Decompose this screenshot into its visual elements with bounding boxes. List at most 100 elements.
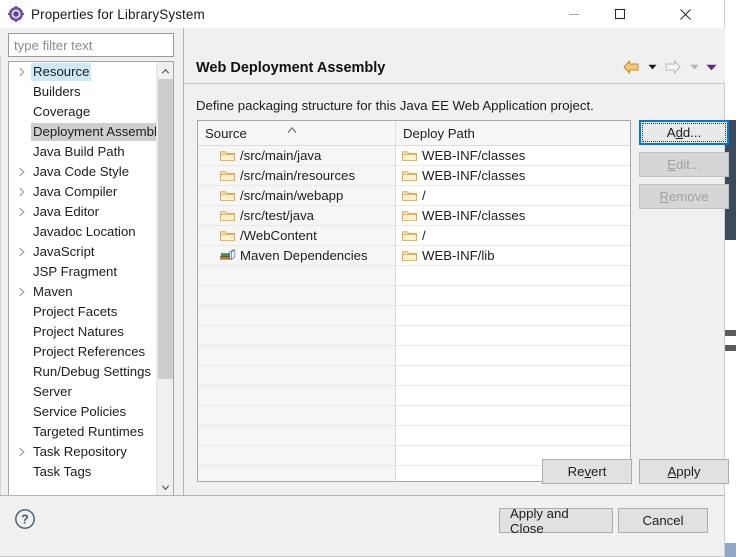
filter-input[interactable]: type filter text (8, 33, 174, 57)
cell-deploy-path[interactable] (396, 326, 629, 345)
sidebar-item-project-references[interactable]: Project References (9, 342, 158, 362)
table-row-empty[interactable] (198, 346, 630, 366)
table-row-empty[interactable] (198, 426, 630, 446)
expand-chevron-right-icon[interactable] (17, 202, 28, 222)
cell-deploy-path[interactable] (396, 266, 629, 285)
cell-deploy-path[interactable] (396, 366, 629, 385)
cell-deploy-path[interactable] (396, 286, 629, 305)
cell-source[interactable]: /src/main/resources (198, 166, 396, 185)
cell-deploy-path[interactable] (396, 346, 629, 365)
cell-deploy-path[interactable]: WEB-INF/classes (396, 166, 629, 185)
sidebar-item-service-policies[interactable]: Service Policies (9, 402, 158, 422)
sidebar-item-java-code-style[interactable]: Java Code Style (9, 162, 158, 182)
sidebar-item-deployment-assembly[interactable]: Deployment Assembly (9, 122, 158, 142)
scroll-down-icon[interactable] (157, 479, 174, 496)
table-row[interactable]: /src/main/webapp/ (198, 186, 630, 206)
table-row[interactable]: Maven DependenciesWEB-INF/lib (198, 246, 630, 266)
table-row-empty[interactable] (198, 266, 630, 286)
cell-deploy-path[interactable]: / (396, 226, 629, 245)
tree-vertical-scrollbar[interactable] (156, 62, 173, 496)
apply-button[interactable]: Apply (639, 459, 729, 484)
sidebar-item-java-compiler[interactable]: Java Compiler (9, 182, 158, 202)
cell-source[interactable] (198, 306, 396, 325)
cell-source[interactable]: /src/main/webapp (198, 186, 396, 205)
cell-source[interactable] (198, 286, 396, 305)
sidebar-item-server[interactable]: Server (9, 382, 158, 402)
table-row-empty[interactable] (198, 366, 630, 386)
sidebar-item-coverage[interactable]: Coverage (9, 102, 158, 122)
expand-chevron-right-icon[interactable] (17, 242, 28, 262)
sidebar-item-builders[interactable]: Builders (9, 82, 158, 102)
table-row[interactable]: /src/main/resourcesWEB-INF/classes (198, 166, 630, 186)
cell-deploy-path[interactable] (396, 426, 629, 445)
sidebar-item-run-debug-settings[interactable]: Run/Debug Settings (9, 362, 158, 382)
sidebar-item-jsp-fragment[interactable]: JSP Fragment (9, 262, 158, 282)
maximize-button[interactable] (597, 0, 643, 28)
sidebar-item-label: Java Code Style (31, 163, 131, 181)
table-row[interactable]: /WebContent/ (198, 226, 630, 246)
table-row-empty[interactable] (198, 286, 630, 306)
sidebar-item-task-tags[interactable]: Task Tags (9, 462, 158, 482)
table-row-empty[interactable] (198, 306, 630, 326)
deployment-assembly-table[interactable]: Source Deploy Path /src/main/javaWEB-INF… (197, 120, 631, 482)
cell-deploy-path[interactable]: / (396, 186, 629, 205)
cell-source[interactable] (198, 266, 396, 285)
cell-source[interactable] (198, 346, 396, 365)
settings-tree[interactable]: ResourceBuildersCoverageDeployment Assem… (9, 62, 158, 496)
sidebar-item-maven[interactable]: Maven (9, 282, 158, 302)
table-row[interactable]: /src/main/javaWEB-INF/classes (198, 146, 630, 166)
cell-source[interactable] (198, 326, 396, 345)
cell-source[interactable]: Maven Dependencies (198, 246, 396, 265)
sidebar-item-javadoc-location[interactable]: Javadoc Location (9, 222, 158, 242)
cell-source[interactable]: /src/main/java (198, 146, 396, 165)
back-menu-chevron-down-icon[interactable] (645, 57, 659, 77)
cancel-button[interactable]: Cancel (618, 508, 708, 533)
expand-chevron-right-icon[interactable] (17, 442, 28, 462)
cell-source[interactable] (198, 386, 396, 405)
folder-icon (220, 229, 236, 243)
tree-vertical-scroll-thumb[interactable] (158, 79, 173, 379)
sidebar-item-targeted-runtimes[interactable]: Targeted Runtimes (9, 422, 158, 442)
back-arrow-icon[interactable] (620, 57, 642, 77)
sidebar-item-java-editor[interactable]: Java Editor (9, 202, 158, 222)
help-question-icon[interactable]: ? (14, 508, 36, 530)
cell-deploy-path[interactable] (396, 306, 629, 325)
cell-source[interactable]: /WebContent (198, 226, 396, 245)
sidebar-item-project-natures[interactable]: Project Natures (9, 322, 158, 342)
cell-source[interactable] (198, 406, 396, 425)
scroll-up-icon[interactable] (157, 62, 174, 79)
cell-deploy-path[interactable] (396, 406, 629, 425)
sidebar-item-java-build-path[interactable]: Java Build Path (9, 142, 158, 162)
sidebar-item-task-repository[interactable]: Task Repository (9, 442, 158, 462)
add-button[interactable]: Add... (639, 120, 729, 145)
sidebar-item-javascript[interactable]: JavaScript (9, 242, 158, 262)
cell-source[interactable] (198, 426, 396, 445)
sidebar-item-resource[interactable]: Resource (9, 62, 158, 82)
cell-deploy-path[interactable]: WEB-INF/classes (396, 146, 629, 165)
expand-chevron-right-icon[interactable] (17, 62, 28, 82)
minimize-button[interactable] (551, 0, 597, 28)
folder-icon (402, 169, 418, 183)
column-header-deploy-path-label: Deploy Path (403, 126, 475, 141)
apply-and-close-button[interactable]: Apply and Close (499, 508, 613, 533)
table-row-empty[interactable] (198, 326, 630, 346)
expand-chevron-right-icon[interactable] (17, 282, 28, 302)
table-row-empty[interactable] (198, 386, 630, 406)
column-header-source[interactable]: Source (198, 121, 396, 146)
revert-button[interactable]: Revert (542, 459, 632, 484)
expand-chevron-right-icon[interactable] (17, 182, 28, 202)
sidebar-item-project-facets[interactable]: Project Facets (9, 302, 158, 322)
expand-chevron-right-icon[interactable] (17, 162, 28, 182)
page-title: Web Deployment Assembly (196, 60, 385, 76)
cell-deploy-path[interactable] (396, 386, 629, 405)
cell-source[interactable]: /src/test/java (198, 206, 396, 225)
table-row-empty[interactable] (198, 406, 630, 426)
close-button[interactable] (662, 0, 708, 28)
cell-deploy-path[interactable]: WEB-INF/classes (396, 206, 629, 225)
column-header-deploy-path[interactable]: Deploy Path (396, 121, 629, 146)
cell-source[interactable] (198, 366, 396, 385)
view-menu-chevron-down-icon[interactable] (704, 57, 718, 77)
add-button-label: Add... (667, 125, 701, 140)
cell-deploy-path[interactable]: WEB-INF/lib (396, 246, 629, 265)
table-row[interactable]: /src/test/javaWEB-INF/classes (198, 206, 630, 226)
